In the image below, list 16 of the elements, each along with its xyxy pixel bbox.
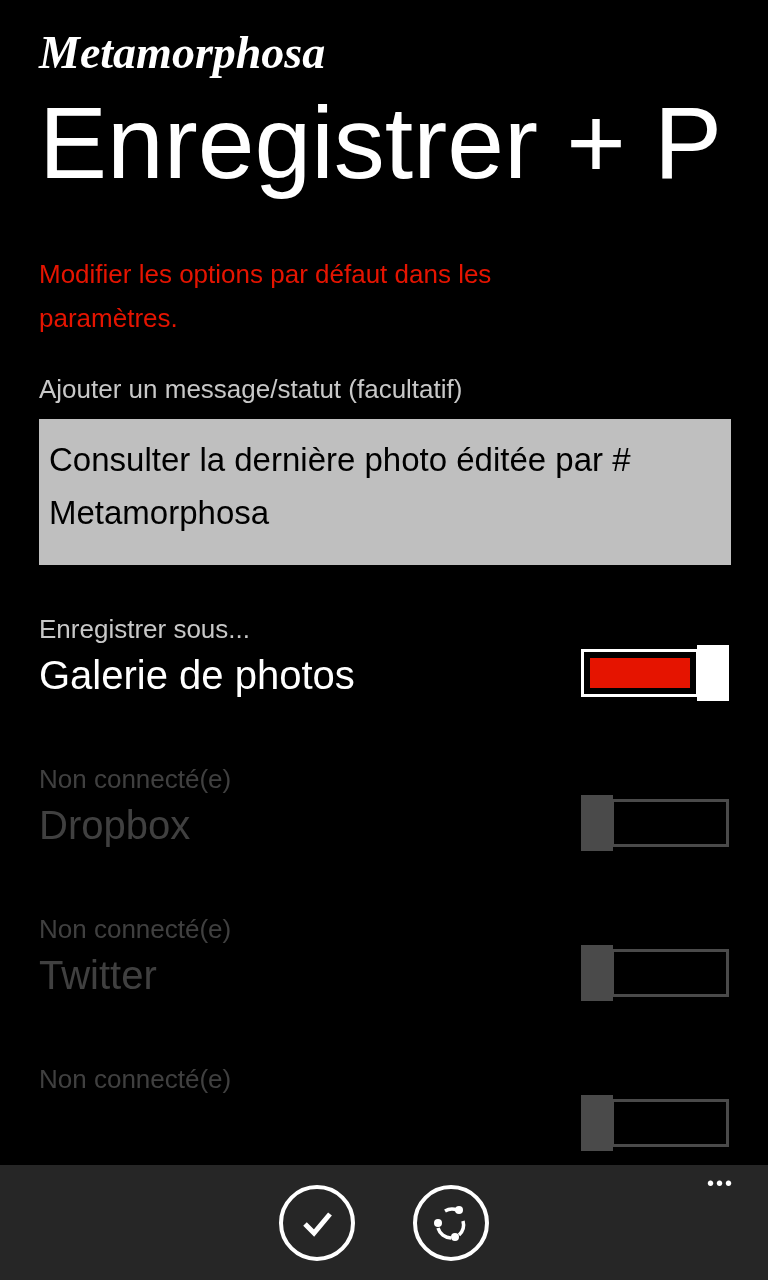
notice-text: Modifier les options par défaut dans les paramètres. [39, 257, 493, 335]
destination-sublabel: Non connecté(e) [39, 762, 232, 795]
page-title: Enregistrer + P [39, 85, 724, 202]
toggle-switch[interactable] [581, 644, 729, 701]
destination-sublabel: Enregistrer sous... [39, 612, 251, 645]
more-button[interactable]: ••• [707, 1173, 734, 1193]
message-field[interactable]: Consulter la dernière photo éditée par # Metamorphosa [39, 418, 731, 565]
destination-label: Twitter [39, 951, 158, 999]
field-label: Ajouter un message/statut (facultatif) [39, 372, 464, 406]
destination-label: Galerie de photos [39, 651, 355, 699]
share-button[interactable] [413, 1185, 489, 1261]
destination-sublabel: Non connecté(e) [39, 912, 232, 945]
destination-sublabel: Non connecté(e) [39, 1062, 232, 1095]
destination-label: Dropbox [39, 801, 192, 849]
confirm-button[interactable] [279, 1185, 355, 1261]
app-title: Metamorphosa [39, 30, 327, 76]
